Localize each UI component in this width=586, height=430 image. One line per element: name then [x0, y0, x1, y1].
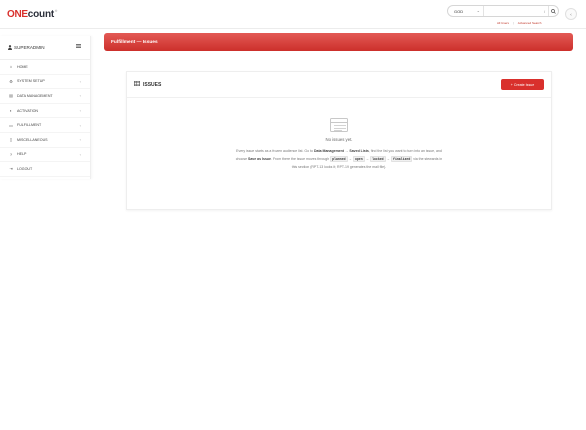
collapse-panel-button[interactable]: ‹ — [565, 8, 577, 20]
card-header: ISSUES + Create Issue — [127, 72, 551, 98]
sidebar-item-help[interactable]: ? HELP ‹ — [0, 148, 90, 163]
question-icon: ? — [9, 151, 13, 157]
all-users-link[interactable]: All Users — [497, 21, 509, 25]
file-icon: ▯ — [9, 137, 13, 143]
top-links: All Users | Advanced Search — [497, 21, 541, 25]
search-bar: GOD ⌄ / — [447, 5, 559, 17]
sidebar-item-data-management[interactable]: ▤ DATA MANAGEMENT ‹ — [0, 89, 90, 104]
desc-bold: Saved Lists — [349, 149, 369, 153]
home-icon: ⌂ — [9, 64, 13, 70]
search-scope-select[interactable]: GOD ⌄ — [448, 6, 484, 16]
sidebar-item-label: LOGOUT — [17, 166, 33, 171]
onecount-logo[interactable]: ONE count ® — [7, 8, 57, 20]
sidebar-item-miscellaneous[interactable]: ▯ MISCELLANEOUS ‹ — [0, 133, 90, 148]
issues-card: ISSUES + Create Issue No issues yet. Eve… — [126, 71, 552, 210]
chevron-left-icon: ‹ — [570, 11, 572, 17]
search-icon[interactable] — [548, 6, 558, 16]
create-issue-button[interactable]: + Create Issue — [501, 79, 544, 90]
database-icon: ▤ — [9, 93, 13, 99]
create-issue-label: Create Issue — [513, 82, 535, 87]
logo-count: count — [27, 8, 54, 20]
chevron-left-icon: ‹ — [79, 151, 81, 157]
page-title-banner: Fulfillment — Issues — [104, 33, 573, 51]
logout-icon: ⇥ — [9, 166, 13, 172]
search-input[interactable] — [484, 6, 541, 16]
logo-one: ONE — [7, 8, 28, 20]
search-scope-value: GOD — [454, 8, 464, 14]
chevron-left-icon: ‹ — [79, 78, 81, 84]
empty-state: No issues yet. Every issue starts as a f… — [127, 118, 551, 171]
truck-icon: ▭ — [9, 122, 13, 128]
sidebar-item-system-setup[interactable]: ⚙ SYSTEM SETUP ‹ — [0, 75, 90, 90]
sidebar: SUPERADMIN ⌂ HOME ⚙ SYSTEM SETUP ‹ ▤ DAT… — [0, 36, 91, 179]
status-code: locked — [370, 155, 386, 162]
sidebar-item-label: ACTIVATION — [17, 108, 39, 113]
card-title-text: ISSUES — [143, 81, 162, 88]
table-icon — [134, 81, 141, 88]
sidebar-item-fulfillment[interactable]: ▭ FULFILLMENT ‹ — [0, 118, 90, 133]
menu-toggle-icon[interactable] — [76, 44, 81, 50]
toggle-icon: ◐ — [9, 108, 13, 114]
chevron-left-icon: ‹ — [79, 108, 81, 114]
status-code: planned — [330, 155, 348, 162]
chevron-left-icon: ‹ — [79, 122, 81, 128]
desc-bold: Data Management — [313, 149, 344, 153]
user-icon — [8, 44, 12, 51]
desc-bold: Save as Issue — [248, 156, 271, 161]
sidebar-item-label: DATA MANAGEMENT — [17, 93, 53, 98]
advanced-search-link[interactable]: Advanced Search — [518, 21, 542, 25]
sidebar-user: SUPERADMIN — [0, 36, 90, 60]
empty-list-icon — [330, 118, 348, 132]
empty-state-description: Every issue starts as a frozen audience … — [234, 148, 444, 171]
chevron-down-icon: ⌄ — [476, 8, 480, 13]
slash-shortcut-icon: / — [543, 8, 546, 14]
link-separator: | — [513, 21, 514, 25]
sidebar-item-label: SYSTEM SETUP — [17, 79, 45, 84]
desc-text: . From there the issue moves through — [271, 156, 331, 161]
sidebar-item-label: HELP — [17, 152, 27, 157]
chevron-left-icon: ‹ — [79, 93, 81, 99]
sidebar-item-label: FULFILLMENT — [17, 123, 42, 128]
sidebar-username: SUPERADMIN — [14, 45, 45, 50]
page-title: Fulfillment — Issues — [111, 39, 158, 45]
desc-text: Every issue starts as a frozen audience … — [236, 149, 314, 153]
chevron-left-icon: ‹ — [79, 137, 81, 143]
gear-icon: ⚙ — [9, 78, 13, 84]
empty-state-title: No issues yet. — [325, 137, 353, 142]
sidebar-item-home[interactable]: ⌂ HOME — [0, 60, 90, 75]
top-bar: ONE count ® GOD ⌄ / All Users | Advanced S… — [0, 0, 586, 29]
sidebar-item-label: MISCELLANEOUS — [17, 137, 48, 142]
plus-icon: + — [510, 82, 513, 87]
logo-trademark: ® — [55, 9, 58, 13]
sidebar-item-logout[interactable]: ⇥ LOGOUT — [0, 162, 90, 177]
sidebar-item-label: HOME — [17, 64, 28, 69]
status-code: open — [352, 155, 365, 162]
sidebar-item-activation[interactable]: ◐ ACTIVATION ‹ — [0, 104, 90, 119]
card-title: ISSUES — [134, 81, 161, 88]
status-code: finalized — [391, 155, 413, 162]
